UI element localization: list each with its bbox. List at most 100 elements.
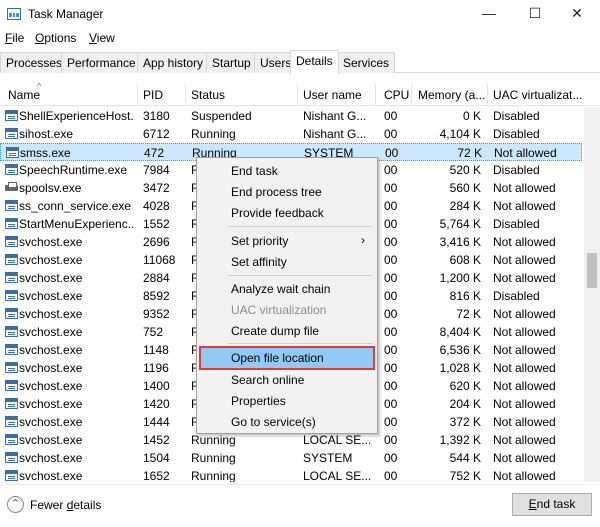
menu-provide-feedback[interactable]: Provide feedback (199, 203, 375, 223)
column-divider[interactable] (487, 84, 488, 106)
cell-pid: 472 (144, 146, 165, 160)
cell-name: sihost.exe (19, 127, 74, 141)
menu-analyze-wait-chain[interactable]: Analyze wait chain (199, 279, 375, 299)
column-divider[interactable] (297, 84, 298, 106)
end-task-button[interactable]: End task (512, 493, 592, 516)
tab-details[interactable]: Details (290, 50, 339, 74)
column-name[interactable]: Name (8, 88, 40, 102)
task-manager-app-icon (7, 8, 21, 20)
application-icon (5, 254, 18, 265)
cell-memory: 72 K (456, 307, 481, 321)
cell-memory: 284 K (449, 199, 481, 213)
cell-memory: 752 K (449, 469, 481, 482)
cell-pid: 1196 (143, 361, 169, 375)
tab-performance[interactable]: Performance (61, 52, 142, 73)
fewer-details-link[interactable]: Fewer details (30, 498, 101, 512)
cell-cpu: 00 (384, 181, 398, 195)
column-divider[interactable] (185, 84, 186, 106)
menu-options[interactable]: Options (35, 31, 76, 45)
menu-separator (227, 343, 373, 344)
cell-uac-virtualization: Not allowed (493, 271, 556, 285)
menu-view[interactable]: View (89, 31, 115, 45)
cell-pid: 1420 (143, 397, 170, 411)
tab-startup[interactable]: Startup (206, 52, 257, 73)
column-pid[interactable]: PID (143, 88, 163, 102)
cell-user-name: LOCAL SE... (303, 433, 372, 447)
maximize-icon[interactable]: ☐ (512, 0, 558, 28)
chevron-up-icon[interactable]: ⌃ (7, 496, 24, 513)
table-row[interactable]: svchost.exe 1504 Running SYSTEM 00 544 K Not a… (0, 449, 582, 467)
cell-cpu: 00 (384, 325, 398, 339)
cell-name: SpeechRuntime.exe (19, 163, 128, 177)
column-header: ^ Name PID Status User name CPU Memory (… (0, 81, 600, 106)
application-icon (5, 128, 18, 139)
cell-memory: 1,392 K (439, 433, 481, 447)
menu-search-online[interactable]: Search online (199, 370, 375, 390)
cell-memory: 5,764 K (439, 217, 481, 231)
cell-cpu: 00 (384, 397, 398, 411)
column-divider[interactable] (375, 84, 376, 106)
menu-set-priority[interactable]: Set priority › (199, 231, 375, 251)
cell-cpu: 00 (384, 271, 398, 285)
cell-pid: 1400 (143, 379, 170, 393)
cell-cpu: 00 (384, 379, 398, 393)
cell-name: svchost.exe (19, 325, 83, 339)
menu-go-to-services[interactable]: Go to service(s) (199, 412, 375, 432)
table-row[interactable]: svchost.exe 1652 Running LOCAL SE... 00 752 K… (0, 467, 582, 482)
cell-uac-virtualization: Not allowed (493, 415, 556, 429)
table-row[interactable]: sihost.exe 6712 Running Nishant G... 00 4,104… (0, 125, 582, 143)
cell-status: Running (191, 433, 236, 447)
column-user-name[interactable]: User name (303, 88, 362, 102)
application-icon (5, 326, 18, 337)
application-icon (5, 362, 18, 373)
cell-pid: 4028 (143, 199, 170, 213)
cell-memory: 620 K (449, 379, 481, 393)
cell-cpu: 00 (384, 343, 398, 357)
cell-memory: 1,028 K (439, 361, 481, 375)
column-status[interactable]: Status (191, 88, 225, 102)
minimize-icon[interactable]: — (466, 0, 512, 28)
cell-memory: 3,416 K (439, 235, 481, 249)
cell-memory: 544 K (449, 451, 481, 465)
scrollbar-thumb[interactable] (587, 253, 597, 288)
cell-cpu: 00 (384, 217, 398, 231)
tab-services[interactable]: Services (337, 52, 396, 73)
application-icon (5, 200, 18, 211)
menu-properties[interactable]: Properties (199, 391, 375, 411)
menu-file[interactable]: File (5, 31, 24, 45)
column-memory[interactable]: Memory (a... (418, 88, 485, 102)
vertical-scrollbar[interactable] (584, 107, 600, 482)
close-icon[interactable]: ✕ (554, 0, 600, 28)
cell-name: svchost.exe (19, 235, 83, 249)
tab-processes[interactable]: Processes (0, 52, 69, 73)
menu-open-file-location[interactable]: Open file location (199, 346, 375, 370)
cell-uac-virtualization: Not allowed (493, 199, 556, 213)
tab-app-history[interactable]: App history (137, 52, 210, 73)
menu-separator (227, 275, 373, 276)
application-icon (5, 434, 18, 445)
cell-uac-virtualization: Not allowed (493, 451, 556, 465)
printer-icon (5, 182, 18, 193)
application-icon (5, 380, 18, 391)
table-row[interactable]: ShellExperienceHost.... 3180 Suspended Nish… (0, 107, 582, 125)
cell-memory: 0 K (462, 109, 481, 123)
cell-cpu: 00 (384, 235, 398, 249)
cell-uac-virtualization: Not allowed (493, 307, 556, 321)
cell-cpu: 00 (384, 127, 398, 141)
application-icon (5, 290, 18, 301)
cell-pid: 3472 (143, 181, 170, 195)
application-icon (5, 236, 18, 247)
column-divider[interactable] (411, 84, 412, 106)
menu-end-process-tree[interactable]: End process tree (199, 182, 375, 202)
application-icon (5, 218, 18, 229)
menu-set-affinity[interactable]: Set affinity (199, 252, 375, 272)
column-cpu[interactable]: CPU (384, 88, 409, 102)
cell-name: svchost.exe (19, 361, 83, 375)
cell-status: Running (191, 451, 236, 465)
cell-cpu: 00 (384, 253, 398, 267)
menu-create-dump-file[interactable]: Create dump file (199, 321, 375, 341)
column-divider[interactable] (137, 84, 138, 106)
cell-uac-virtualization: Disabled (493, 163, 540, 177)
column-uac-virtualization[interactable]: UAC virtualizat... (493, 88, 582, 102)
menu-end-task[interactable]: End task (199, 161, 375, 181)
